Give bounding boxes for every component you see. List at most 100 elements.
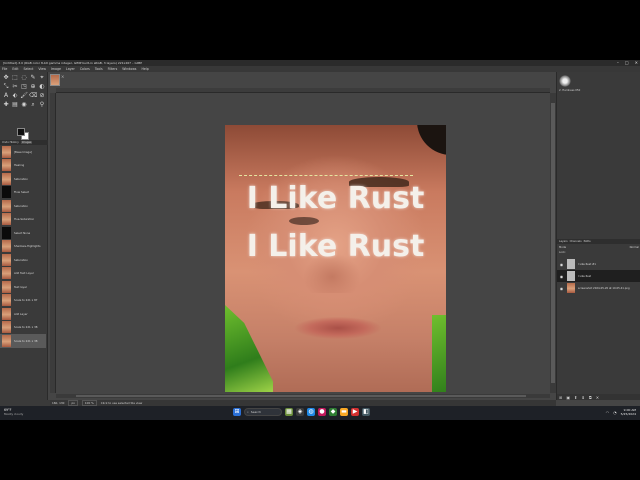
clock[interactable]: 9:00 AM 5/25/2024 [621,408,636,416]
rect-select-tool-icon[interactable]: ⬚ [11,74,19,82]
layer-thumbnail [567,259,575,269]
menu-help[interactable]: Help [141,67,148,71]
menu-file[interactable]: File [2,67,7,71]
tab-paths[interactable]: Paths [584,240,591,243]
gradient-tool-icon[interactable]: ▤ [11,101,19,109]
color-swatches[interactable] [17,128,31,140]
menu-edit[interactable]: Edit [12,67,18,71]
paintbrush-tool-icon[interactable]: 🖌 [20,92,28,100]
close-icon[interactable]: × [61,74,64,79]
lower-layer-icon[interactable]: ⬇ [582,395,585,400]
history-thumbnail [2,294,11,307]
layer-row[interactable]: ◉ I Like Rust [557,270,640,282]
maximize-button[interactable]: □ [625,60,629,65]
menu-view[interactable]: View [38,67,46,71]
transform-tool-icon[interactable]: ⤡ [2,83,10,91]
weather-widget[interactable]: 69°F Mostly cloudy [4,408,44,418]
close-button[interactable]: ✕ [635,60,638,65]
windows-taskbar: 69°F Mostly cloudy ⊞ ⌕ Search ▦ ◈ ◍ ● ◆ … [0,406,640,420]
color-picker-tool-icon[interactable]: ⌖ [38,74,46,82]
new-layer-icon[interactable]: ⊞ [559,395,562,400]
raise-layer-icon[interactable]: ⬆ [574,395,577,400]
menu-select[interactable]: Select [24,67,34,71]
warp-tool-icon[interactable]: ◳ [20,83,28,91]
foreground-color[interactable] [17,128,25,136]
history-item[interactable]: Text layer [0,280,46,294]
bucket-fill-tool-icon[interactable]: ⬖ [11,92,19,100]
gimp-icon[interactable]: ◈ [296,408,304,416]
visibility-eye-icon[interactable]: ◉ [559,262,564,267]
start-icon[interactable]: ⊞ [233,408,241,416]
layer-row[interactable]: ◉ screenshot 2024-05-20 at 10.05.41.png [557,282,640,294]
move-tool-icon[interactable]: ✥ [2,74,10,82]
wifi-icon[interactable]: ◠ [606,410,610,415]
text-layer-line-2[interactable]: I Like Rust [225,229,446,264]
paths-tool-icon[interactable]: ✎ [29,74,37,82]
history-item[interactable]: Saturation [0,253,46,267]
menu-layer[interactable]: Layer [66,67,75,71]
history-item[interactable]: Select None [0,226,46,240]
menu-colors[interactable]: Colors [80,67,90,71]
minimize-button[interactable]: – [617,60,619,65]
dodge-tool-icon[interactable]: ◐ [38,83,46,91]
visibility-eye-icon[interactable]: ◉ [559,274,564,279]
delete-layer-icon[interactable]: ✕ [596,395,599,400]
text-layer-line-1[interactable]: I Like Rust [225,181,446,216]
eraser-tool-icon[interactable]: ⌫ [29,92,37,100]
taskbar-search[interactable]: ⌕ Search [244,408,282,416]
history-item[interactable]: Scale to 221 x 38 [0,321,46,335]
history-item[interactable]: Scale to 221 x 38 [0,334,46,348]
system-tray: ◠ ◔ 9:00 AM 5/25/2024 [606,408,636,416]
menu-filters[interactable]: Filters [108,67,118,71]
text-tool-icon[interactable]: A [2,92,10,100]
scrollbar-thumb[interactable] [76,395,526,397]
lasso-tool-icon[interactable]: ◌ [20,74,28,82]
duplicate-layer-icon[interactable]: ⧉ [589,395,592,400]
brush-preview[interactable] [559,75,571,87]
heal-tool-icon[interactable]: ⊕ [29,83,37,91]
visibility-eye-icon[interactable]: ◉ [559,286,564,291]
fuzzy-select-tool-icon[interactable]: ⚲ [38,101,46,109]
window-title: [Untitled]-3.0 (RGB color 8-bit gamma in… [3,61,143,65]
history-item[interactable]: Healing [0,159,46,173]
horizontal-scrollbar[interactable] [56,394,550,398]
app-icon[interactable]: ◧ [362,408,370,416]
history-item[interactable]: Saturation [0,199,46,213]
history-item[interactable]: Add Layer [0,307,46,321]
zoom-tool-icon[interactable]: ⌕ [29,101,37,109]
crop-tool-icon[interactable]: ✂ [11,83,19,91]
measure-tool-icon[interactable]: ◉ [20,101,28,109]
history-thumbnail [2,334,11,347]
menu-windows[interactable]: Windows [122,67,136,71]
history-item[interactable]: Saturation [0,172,46,186]
app-icon[interactable]: ● [318,408,326,416]
horizontal-ruler [56,88,550,93]
app-icon[interactable]: ◆ [329,408,337,416]
new-group-icon[interactable]: ▣ [566,395,570,400]
widgets-icon[interactable]: ▦ [285,408,293,416]
menu-image[interactable]: Image [51,67,61,71]
tab-layers[interactable]: Layers [559,240,568,243]
clone-tool-icon[interactable]: ✚ [2,101,10,109]
tab-channels[interactable]: Channels [570,240,582,243]
history-item[interactable]: Hue-Saturation [0,213,46,227]
history-item[interactable]: [Base Image] [0,145,46,159]
history-item[interactable]: Add Text Layer [0,267,46,281]
tab-images[interactable]: Images [20,141,33,144]
canvas-area[interactable]: × I Like Rust I Like Rust [48,72,556,400]
smudge-tool-icon[interactable]: ⊘ [38,92,46,100]
menu-tools[interactable]: Tools [95,67,103,71]
folder-icon[interactable]: ▬ [340,408,348,416]
volume-icon[interactable]: ◔ [613,410,617,415]
image-canvas[interactable]: I Like Rust I Like Rust [225,125,446,392]
mode-select[interactable]: Normal [630,246,639,250]
history-item[interactable]: Scale to 221 x 87 [0,294,46,308]
layer-row[interactable]: ◉ I Like Rust #1 [557,258,640,270]
history-item[interactable]: Shadows-Highlights [0,240,46,254]
image-tab-thumbnail[interactable] [50,74,60,86]
history-item[interactable]: Flow Select [0,186,46,200]
tab-undo-history[interactable]: Undo History [1,141,20,144]
app-icon[interactable]: ▶ [351,408,359,416]
edge-icon[interactable]: ◍ [307,408,315,416]
scrollbar-thumb[interactable] [551,103,555,383]
